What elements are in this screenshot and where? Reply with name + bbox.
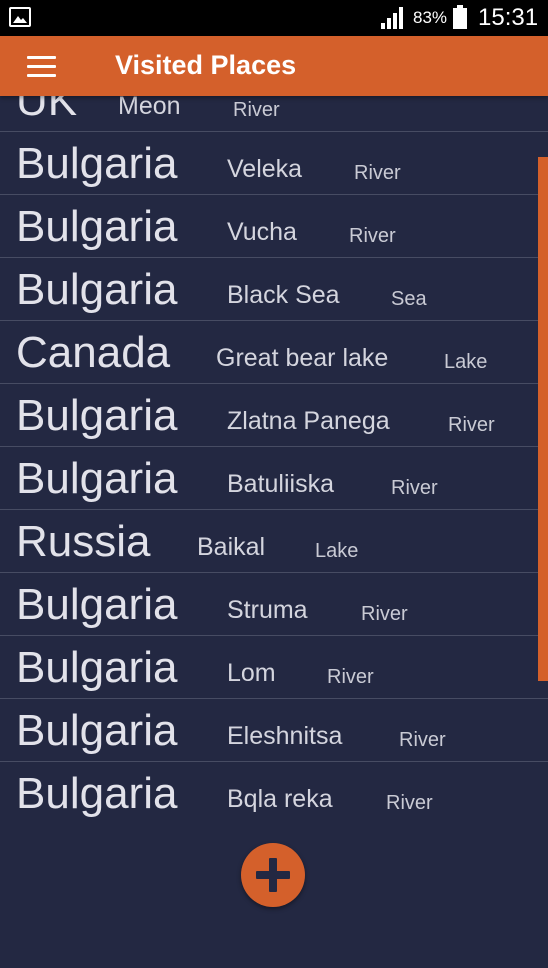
- place-name: Veleka: [227, 155, 303, 183]
- country-name: Bulgaria: [16, 202, 178, 251]
- place-name: Vucha: [227, 218, 297, 246]
- water-type: River: [233, 99, 280, 121]
- battery-percent: 83%: [413, 8, 448, 27]
- list-item[interactable]: Bulgaria Zlatna Panega River: [0, 384, 548, 447]
- list-item[interactable]: UK Meon River: [0, 96, 548, 132]
- list-item[interactable]: Bulgaria Vucha River: [0, 195, 548, 258]
- country-name: UK: [16, 96, 78, 125]
- country-name: Canada: [16, 328, 171, 377]
- water-type: Lake: [315, 540, 359, 562]
- app-bar: Visited Places: [0, 36, 548, 96]
- list-item[interactable]: Bulgaria Bqla reka River: [0, 762, 548, 821]
- list-item[interactable]: Bulgaria Batuliiska River: [0, 447, 548, 510]
- water-type: River: [399, 729, 446, 751]
- place-name: Meon: [118, 96, 181, 120]
- country-name: Russia: [16, 517, 151, 566]
- water-type: River: [361, 603, 408, 625]
- water-type: River: [386, 792, 433, 814]
- water-type: River: [354, 162, 401, 184]
- water-type: River: [327, 666, 374, 688]
- place-name: Black Sea: [227, 281, 340, 309]
- list-item[interactable]: Russia Baikal Lake: [0, 510, 548, 573]
- place-name: Bqla reka: [227, 785, 333, 813]
- water-type: Lake: [444, 351, 488, 373]
- battery-icon: [453, 5, 467, 29]
- hamburger-menu-icon[interactable]: [14, 46, 68, 86]
- country-name: Bulgaria: [16, 769, 178, 818]
- place-name: Batuliiska: [227, 470, 334, 498]
- place-name: Baikal: [197, 533, 266, 561]
- country-name: Bulgaria: [16, 391, 178, 440]
- signal-icon: [381, 7, 403, 29]
- water-type: River: [349, 225, 396, 247]
- list-item[interactable]: Bulgaria Veleka River: [0, 132, 548, 195]
- add-place-button[interactable]: [241, 843, 305, 907]
- water-type: River: [448, 414, 495, 436]
- list-item[interactable]: Bulgaria Lom River: [0, 636, 548, 699]
- water-type: Sea: [391, 288, 427, 310]
- place-name: Great bear lake: [216, 344, 389, 372]
- list-item[interactable]: Canada Great bear lake Lake: [0, 321, 548, 384]
- place-name: Lom: [227, 659, 276, 687]
- water-type: River: [391, 477, 438, 499]
- places-list[interactable]: UK Meon River Bulgaria Veleka River Bulg…: [0, 96, 548, 821]
- clock: 15:31: [478, 4, 539, 31]
- country-name: Bulgaria: [16, 580, 178, 629]
- page-title: Visited Places: [115, 50, 297, 80]
- place-name: Struma: [227, 596, 308, 624]
- list-item[interactable]: Bulgaria Eleshnitsa River: [0, 699, 548, 762]
- country-name: Bulgaria: [16, 643, 178, 692]
- list-item[interactable]: Bulgaria Struma River: [0, 573, 548, 636]
- gallery-icon: [9, 7, 31, 27]
- list-scrollbar[interactable]: [538, 157, 548, 681]
- country-name: Bulgaria: [16, 706, 178, 755]
- country-name: Bulgaria: [16, 454, 178, 503]
- place-name: Eleshnitsa: [227, 722, 343, 750]
- list-item[interactable]: Bulgaria Black Sea Sea: [0, 258, 548, 321]
- place-name: Zlatna Panega: [227, 407, 390, 435]
- status-bar: 83% 15:31: [0, 0, 548, 36]
- country-name: Bulgaria: [16, 265, 178, 314]
- country-name: Bulgaria: [16, 139, 178, 188]
